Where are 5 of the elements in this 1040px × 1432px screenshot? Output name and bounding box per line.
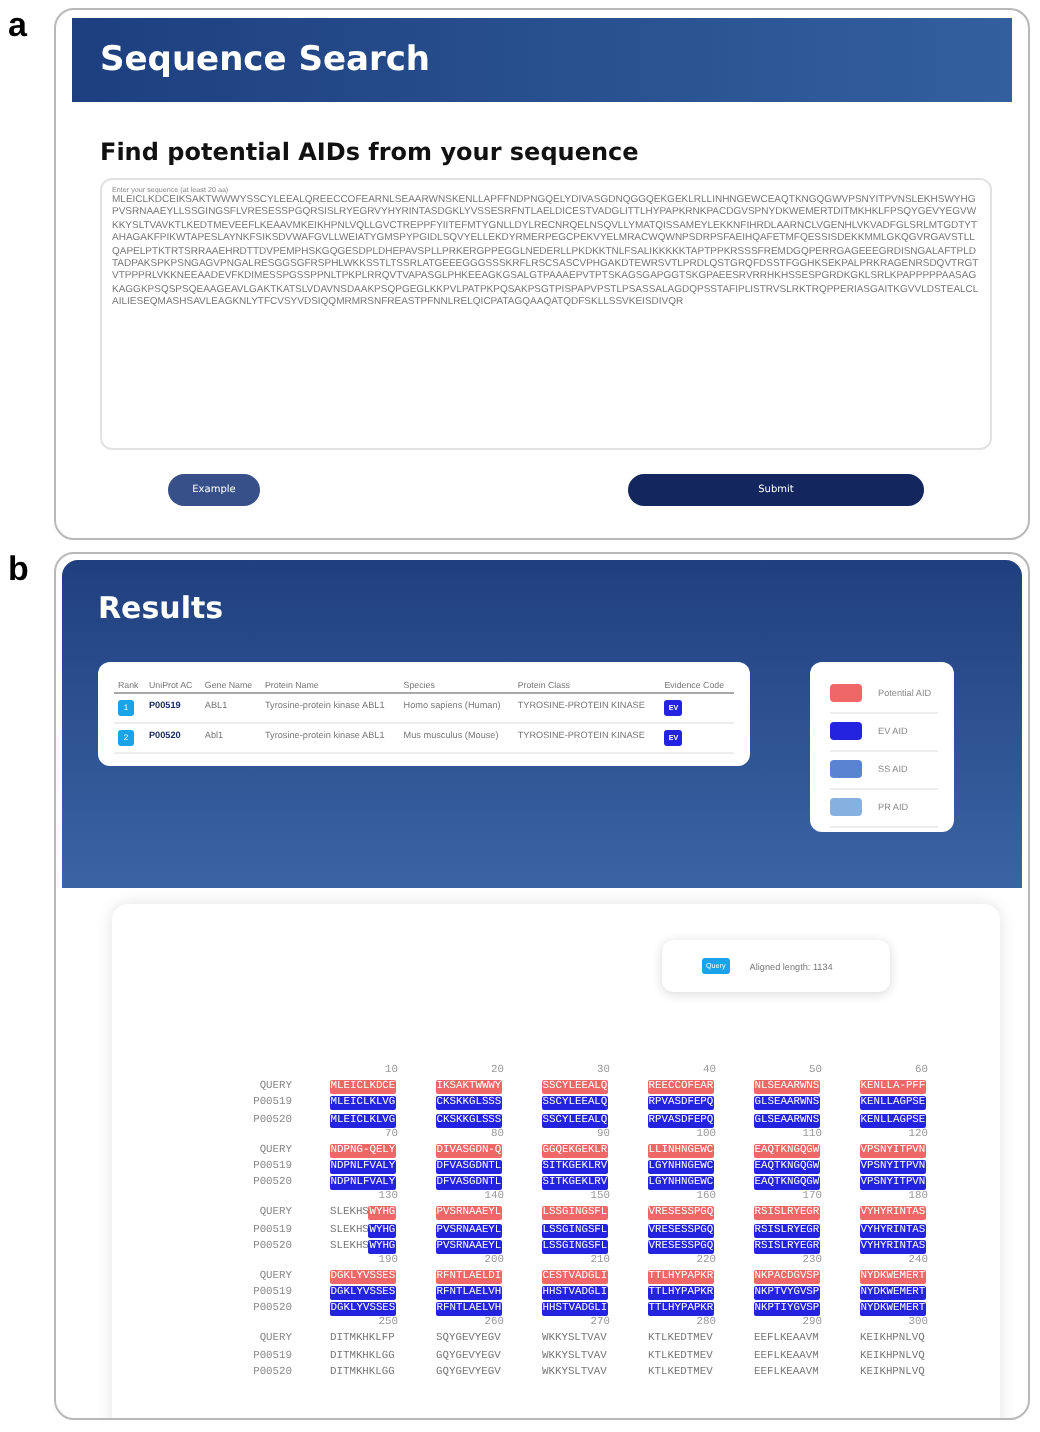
- section-heading: Find potential AIDs from your sequence: [100, 138, 641, 166]
- figure-label: b: [6, 552, 31, 586]
- results-title: Results: [98, 590, 226, 626]
- page-title: Sequence Search: [100, 40, 431, 80]
- figure-label: a: [6, 8, 29, 42]
